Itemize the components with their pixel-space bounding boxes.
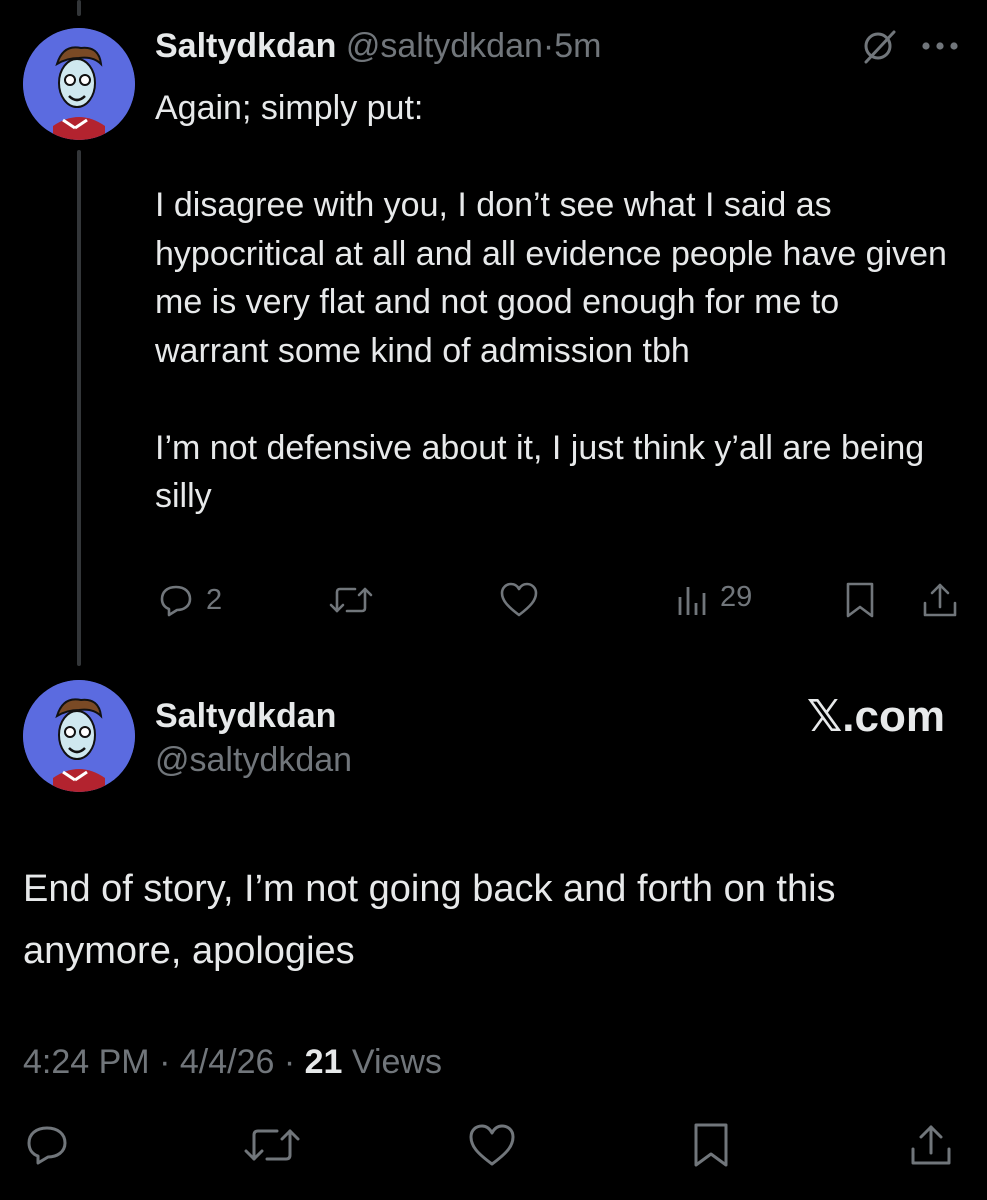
grok-icon[interactable] — [858, 24, 902, 68]
repost-icon[interactable] — [242, 1122, 302, 1168]
date[interactable]: 4/4/26 — [180, 1043, 275, 1081]
separator: · — [542, 27, 555, 65]
thread-line — [77, 150, 81, 666]
like-icon[interactable] — [496, 580, 542, 620]
display-name[interactable]: Saltydkdan — [155, 696, 336, 736]
handle[interactable]: @saltydkdan — [346, 27, 543, 65]
separator: · — [159, 1043, 171, 1081]
tweet-meta: 4:24 PM · 4/4/26 · 21 Views — [23, 1042, 442, 1082]
like-icon[interactable] — [464, 1122, 520, 1168]
share-icon[interactable] — [906, 1120, 956, 1170]
reply-text: Again; simply put: I disagree with you, … — [155, 89, 947, 515]
reply-header: Saltydkdan @saltydkdan·5m — [155, 26, 601, 66]
views-count: 21 — [304, 1043, 343, 1081]
bookmark-icon[interactable] — [838, 578, 882, 622]
avatar[interactable] — [23, 28, 135, 140]
timestamp[interactable]: 5m — [554, 27, 601, 65]
more-icon[interactable] — [916, 30, 964, 62]
share-icon[interactable] — [918, 578, 962, 622]
brand-watermark: 𝕏.com — [806, 692, 945, 741]
tweet-text: End of story, I’m not going back and for… — [23, 868, 847, 972]
thread-line-top — [77, 0, 81, 16]
separator: · — [283, 1043, 296, 1081]
reply-icon[interactable] — [24, 1122, 70, 1168]
analytics-icon[interactable] — [672, 580, 712, 620]
handle[interactable]: @saltydkdan — [155, 740, 352, 780]
views-label: Views — [351, 1043, 442, 1081]
view-count: 29 — [720, 581, 753, 613]
display-name[interactable]: Saltydkdan — [155, 27, 336, 65]
repost-icon[interactable] — [328, 580, 374, 620]
timestamp[interactable]: 4:24 PM — [23, 1043, 150, 1081]
avatar[interactable] — [23, 680, 135, 792]
reply-icon[interactable] — [156, 580, 196, 620]
bookmark-icon[interactable] — [686, 1120, 736, 1170]
reply-count: 2 — [206, 584, 223, 616]
